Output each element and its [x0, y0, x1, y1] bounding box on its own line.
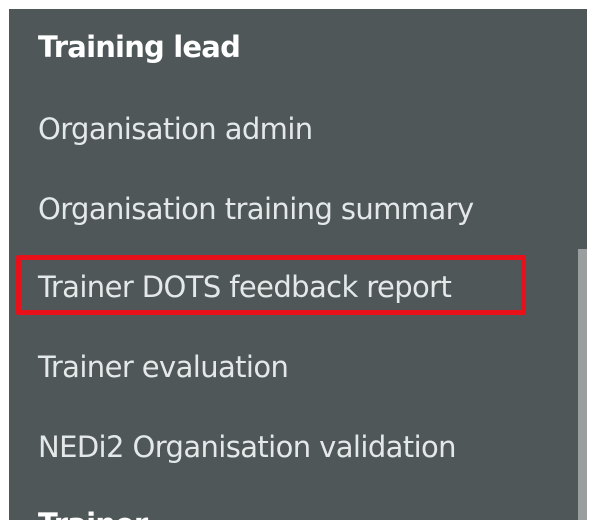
section-heading-training-lead: Training lead [38, 30, 241, 64]
menu-item-nedi2-organisation-validation[interactable]: NEDi2 Organisation validation [38, 427, 457, 467]
menu-item-trainer-dots-feedback-report[interactable]: Trainer DOTS feedback report [38, 267, 452, 307]
section-heading-trainer: Trainer [38, 504, 148, 520]
menu-item-trainer-evaluation[interactable]: Trainer evaluation [38, 347, 289, 387]
scrollbar-thumb[interactable] [578, 249, 587, 520]
scrollbar-track[interactable] [578, 9, 587, 520]
menu-item-organisation-admin[interactable]: Organisation admin [38, 109, 313, 149]
menu-item-organisation-training-summary[interactable]: Organisation training summary [38, 189, 474, 229]
navigation-menu: Training lead Organisation admin Organis… [9, 9, 587, 520]
